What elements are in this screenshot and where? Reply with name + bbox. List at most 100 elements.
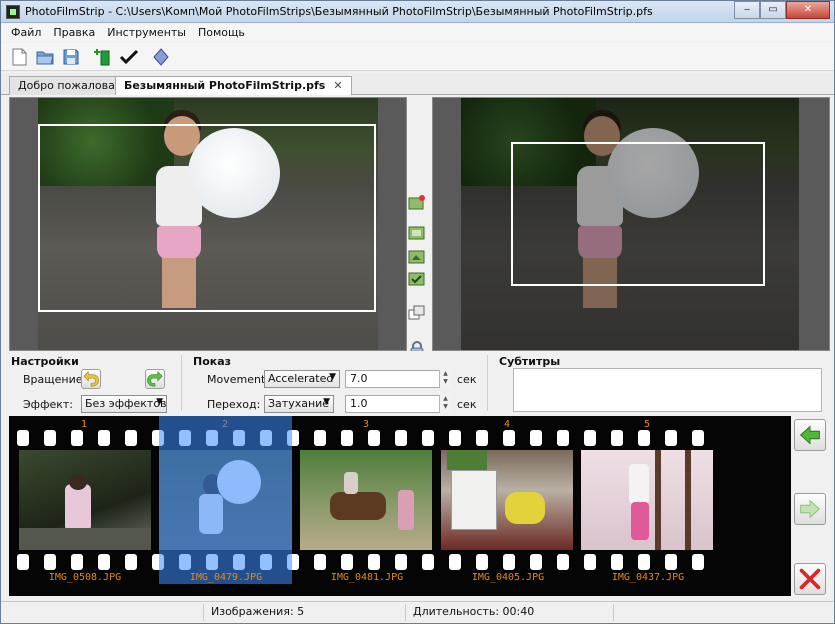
copy-rect-icon[interactable] (408, 305, 426, 321)
film-perforation (17, 430, 29, 446)
film-perforation (503, 430, 515, 446)
film-perforation (584, 430, 596, 446)
swap-rect-icon[interactable] (408, 195, 426, 211)
film-perforation (17, 554, 29, 570)
film-perforation (638, 554, 650, 570)
transition-label: Переход: (207, 398, 261, 411)
save-icon[interactable] (61, 47, 81, 67)
fit-rect-icon[interactable] (408, 225, 426, 241)
rotation-label: Вращение: (23, 373, 87, 386)
render-check-icon[interactable] (119, 47, 139, 67)
menu-help[interactable]: Помощь (192, 24, 251, 42)
transition-duration-input[interactable]: 1.0 ▲ ▼ (345, 395, 451, 413)
transition-select[interactable]: Затухание ▼ (264, 395, 334, 413)
menu-bar: Файл Правка Инструменты Помощь (1, 24, 834, 42)
images-count: Изображения: 5 (211, 605, 305, 618)
movement-duration-value: 7.0 (350, 372, 368, 385)
close-button[interactable]: ✕ (786, 1, 830, 19)
film-perforation (638, 430, 650, 446)
frame-filename: IMG_0481.JPG (330, 572, 404, 583)
preview-area (1, 95, 834, 357)
delete-icon[interactable] (794, 563, 826, 595)
menu-tools[interactable]: Инструменты (101, 24, 192, 42)
menu-edit[interactable]: Правка (47, 24, 101, 42)
frame-number: 3 (363, 419, 370, 430)
open-folder-icon[interactable] (35, 47, 55, 67)
new-document-icon[interactable] (9, 47, 29, 67)
settings-panel: Настройки Вращение: Эффект: Без эффектов… (1, 351, 834, 415)
frame-filename: IMG_0508.JPG (48, 572, 122, 583)
film-perforation (503, 554, 515, 570)
title-bar: PhotoFilmStrip - C:\Users\Комп\Мой Photo… (1, 1, 834, 23)
maximize-button[interactable]: ▭ (760, 1, 786, 19)
window-title: PhotoFilmStrip - C:\Users\Комп\Мой Photo… (25, 5, 653, 18)
film-perforation (665, 430, 677, 446)
spin-buttons[interactable]: ▲ ▼ (439, 395, 451, 413)
frame-filename: IMG_0479.JPG (189, 572, 263, 583)
move-left-icon[interactable] (794, 419, 826, 451)
film-perforation (557, 430, 569, 446)
film-perforation (368, 554, 380, 570)
film-perforation (665, 554, 677, 570)
film-perforation (530, 430, 542, 446)
thumbnail-image[interactable] (19, 450, 151, 550)
movement-duration-input[interactable]: 7.0 ▲ ▼ (345, 370, 451, 388)
thumbnail-image[interactable] (441, 450, 573, 550)
center-rect-icon[interactable] (408, 249, 426, 265)
rotate-left-icon[interactable] (81, 369, 101, 389)
tab-close-icon[interactable]: ✕ (333, 79, 342, 92)
check-rect-icon[interactable] (408, 271, 426, 287)
menu-file[interactable]: Файл (5, 24, 47, 42)
add-pictures-icon[interactable] (93, 47, 115, 67)
film-perforation (395, 430, 407, 446)
selected-frame-highlight (159, 416, 292, 584)
film-perforation (611, 554, 623, 570)
unit-label: сек (457, 398, 477, 411)
settings-title: Настройки (11, 355, 79, 368)
film-perforation (476, 430, 488, 446)
film-perforation (98, 554, 110, 570)
film-perforation (98, 430, 110, 446)
chevron-down-icon: ▼ (156, 397, 163, 407)
status-bar: Изображения: 5 Длительность: 00:40 (1, 601, 834, 623)
transition-duration-value: 1.0 (350, 397, 368, 410)
frame-number: 4 (504, 419, 511, 430)
end-crop-rectangle[interactable] (511, 142, 765, 286)
movement-select[interactable]: Accelerated ▼ (264, 370, 340, 388)
chevron-down-icon: ▼ (323, 397, 330, 407)
subtitles-title: Субтитры (499, 355, 561, 368)
app-window: PhotoFilmStrip - C:\Users\Комп\Мой Photo… (0, 0, 835, 624)
tab-project[interactable]: Безымянный PhotoFilmStrip.pfs ✕ (115, 76, 352, 96)
diamond-icon[interactable] (151, 47, 171, 67)
chevron-down-icon: ▼ (329, 372, 336, 382)
thumbnail-image[interactable] (581, 450, 713, 550)
start-rect-preview[interactable] (9, 97, 407, 351)
film-perforation (314, 430, 326, 446)
tab-label: Добро пожаловать (18, 79, 128, 92)
transition-value: Затухание (268, 397, 330, 410)
effect-label: Эффект: (23, 398, 74, 411)
end-rect-preview[interactable] (432, 97, 830, 351)
spin-buttons[interactable]: ▲ ▼ (439, 370, 451, 388)
divider (181, 355, 182, 411)
film-perforation (422, 554, 434, 570)
film-perforation (125, 554, 137, 570)
film-perforation (71, 430, 83, 446)
filmstrip[interactable]: 1 2 3 4 5 (9, 416, 791, 596)
film-perforation (449, 430, 461, 446)
frame-number: 5 (644, 419, 651, 430)
move-right-icon[interactable] (794, 493, 826, 525)
frame-filename: IMG_0437.JPG (611, 572, 685, 583)
thumbnail-image[interactable] (300, 450, 432, 550)
film-perforation (368, 430, 380, 446)
start-crop-rectangle[interactable] (38, 124, 376, 312)
film-perforation (422, 430, 434, 446)
rotate-right-icon[interactable] (145, 369, 165, 389)
effect-select[interactable]: Без эффектов ▼ (81, 395, 167, 413)
divider (203, 604, 204, 621)
tab-label: Безымянный PhotoFilmStrip.pfs (124, 79, 326, 92)
film-perforation (71, 554, 83, 570)
minimize-button[interactable]: ‒ (734, 1, 760, 19)
divider (405, 604, 406, 621)
subtitles-textarea[interactable] (513, 368, 822, 412)
